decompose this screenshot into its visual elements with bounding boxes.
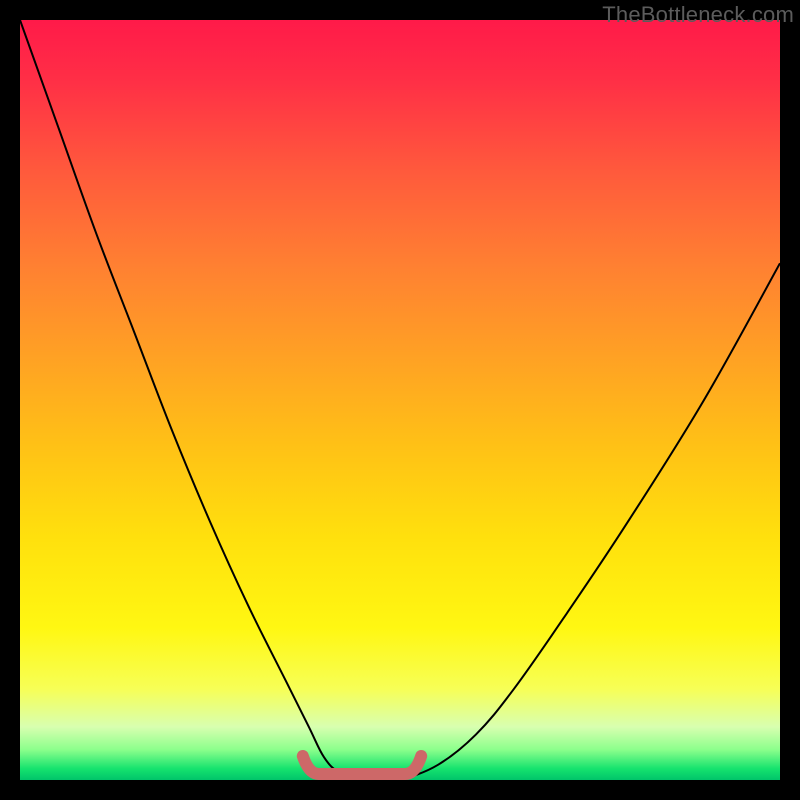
bottleneck-curve [20,20,780,780]
plot-area [20,20,780,780]
watermark-label: TheBottleneck.com [602,2,794,28]
curve-svg [20,20,780,780]
flat-region-marker [303,756,421,774]
